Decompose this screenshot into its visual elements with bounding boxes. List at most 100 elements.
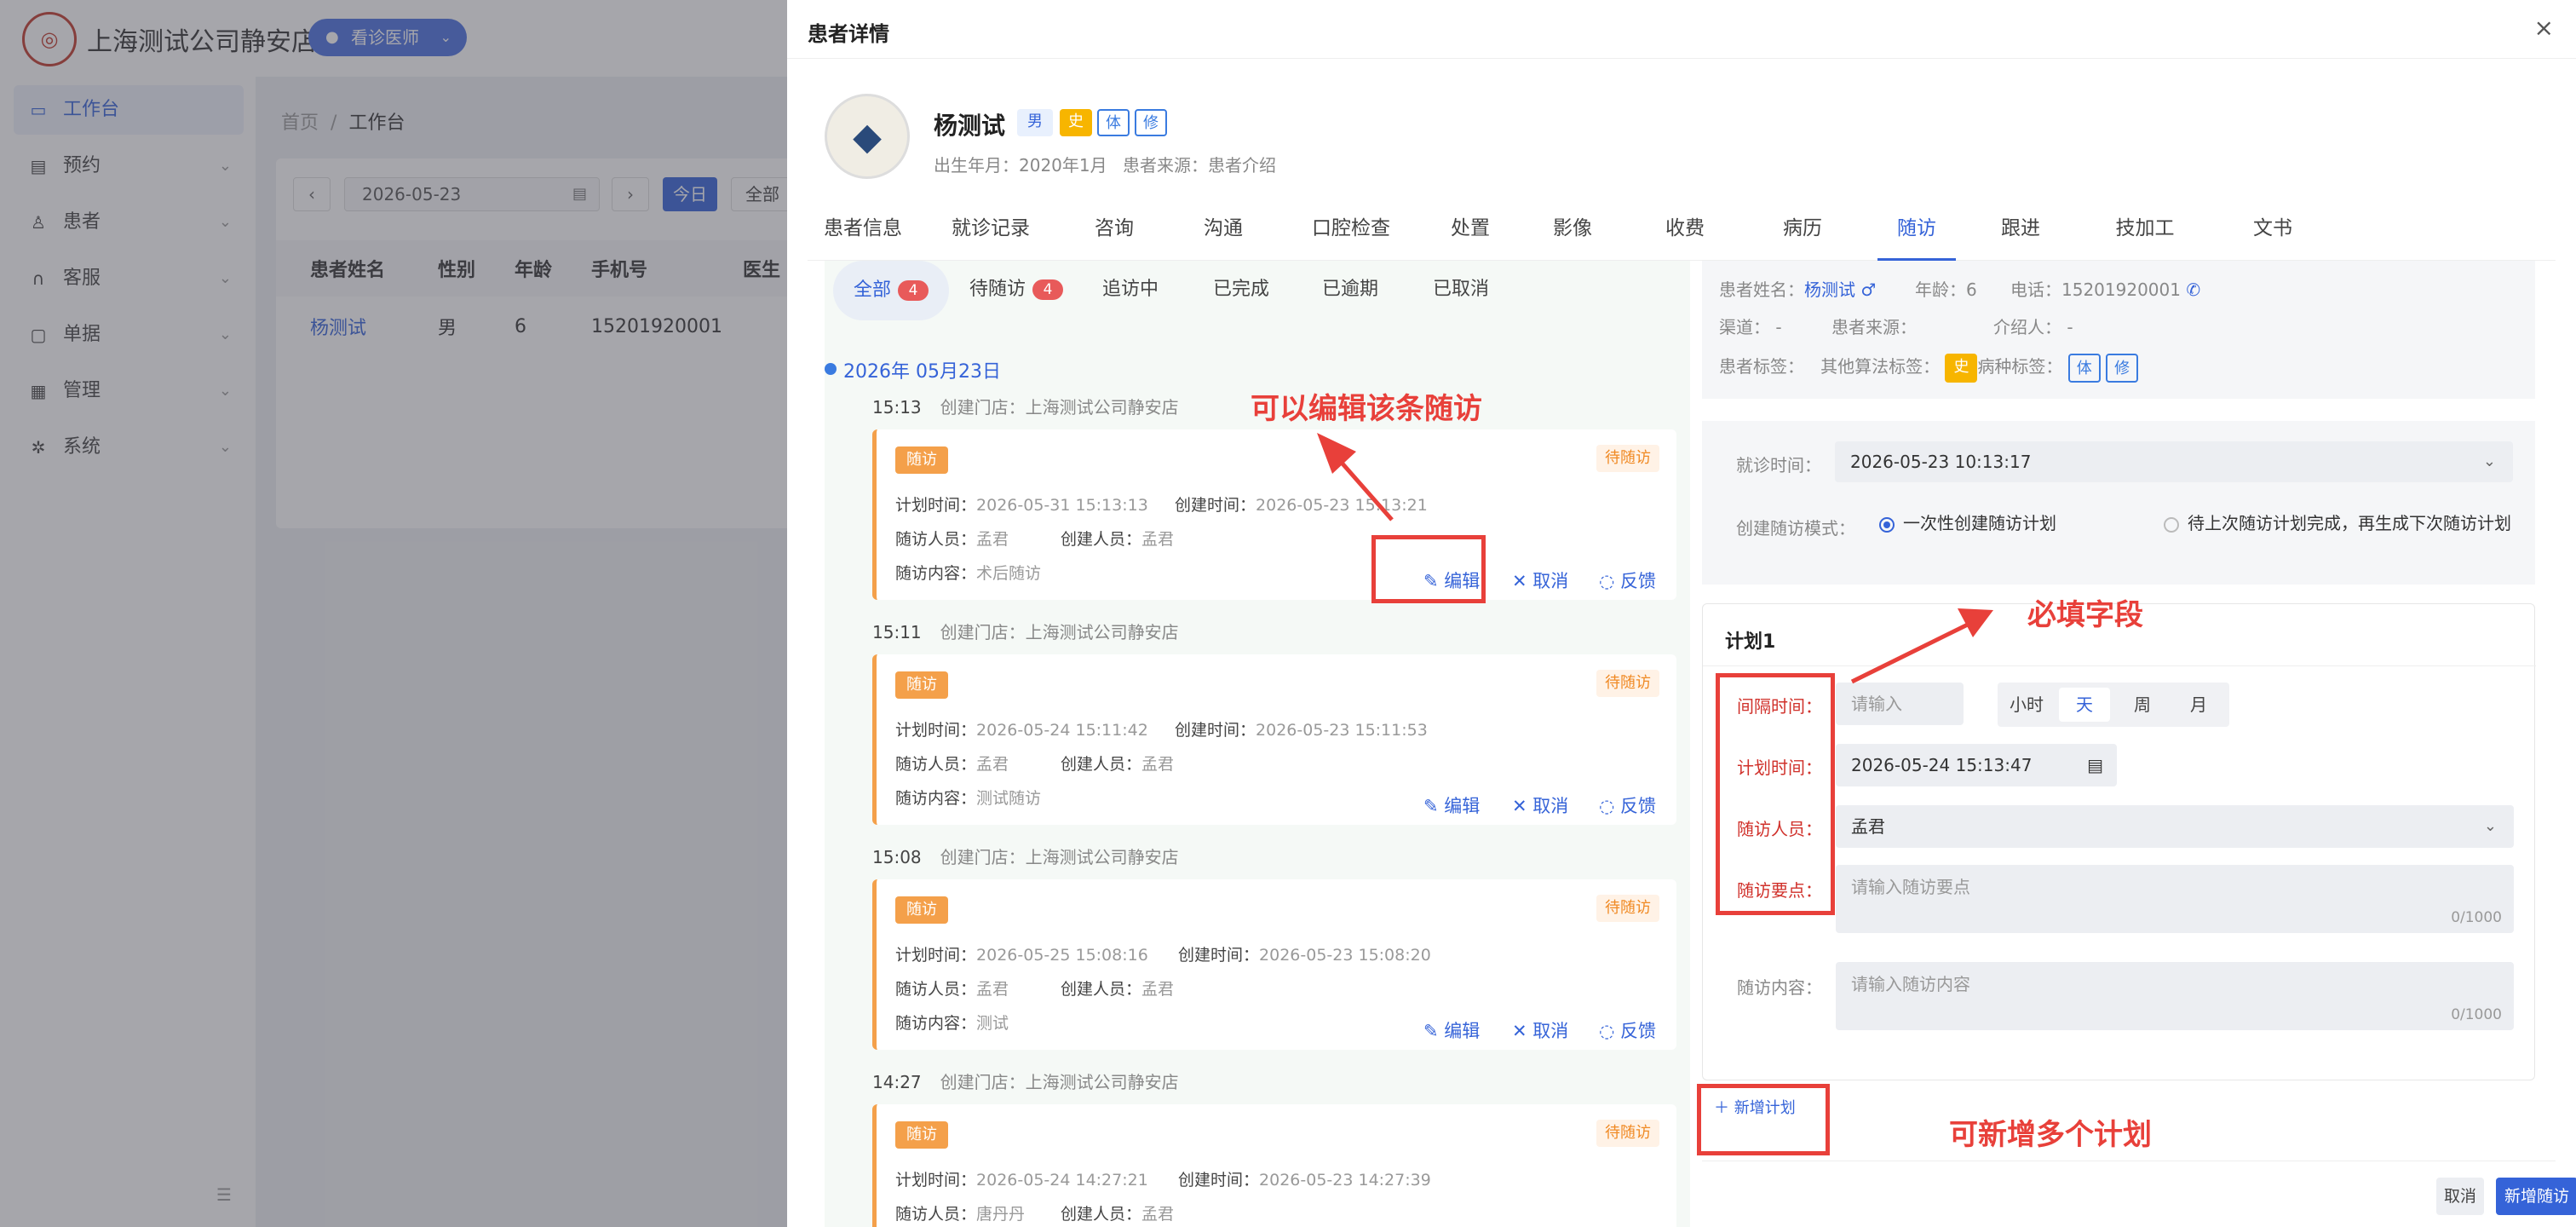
tab-consult[interactable]: 咨询	[1072, 204, 1157, 261]
subtab-overdue[interactable]: 已逾期	[1305, 261, 1395, 319]
mode-option-sequential[interactable]: 待上次随访计划完成，再生成下次随访计划	[2164, 510, 2511, 534]
feedback-button[interactable]: ◌ 反馈	[1599, 1017, 1656, 1043]
cancel-follow-up-button[interactable]: ✕ 取消	[1512, 792, 1568, 818]
radio-unselected[interactable]	[2164, 516, 2179, 533]
subtab-label: 待随访	[969, 279, 1026, 300]
plan-time-row: 计划时间：2026-05-25 15:08:16	[895, 942, 1148, 965]
tab-follow-up[interactable]: 随访	[1877, 204, 1956, 261]
tab-communication[interactable]: 沟通	[1181, 204, 1266, 261]
plan-time-value: 2026-05-25 15:08:16	[976, 946, 1148, 965]
field-label: 随访人员：	[895, 1205, 977, 1224]
creator-value: 孟君	[1141, 980, 1175, 999]
chevron-down-icon: ⌄	[2483, 817, 2497, 835]
divider	[1703, 665, 2536, 666]
submit-follow-up-button[interactable]: 新增随访	[2496, 1178, 2576, 1215]
chat-icon: ◌	[1599, 1021, 1620, 1041]
follower-value: 唐丹丹	[976, 1205, 1026, 1224]
tab-oral-exam[interactable]: 口腔检查	[1291, 204, 1411, 261]
tab-charges[interactable]: 收费	[1642, 204, 1728, 261]
cancel-button[interactable]: 取消	[2436, 1178, 2484, 1215]
follower-row: 随访人员：孟君	[895, 752, 1009, 775]
visit-time-select[interactable]: 2026-05-23 10:13:17 ⌄	[1835, 441, 2513, 482]
unit-month[interactable]: 月	[2173, 688, 2224, 722]
subtab-completed[interactable]: 已完成	[1196, 261, 1286, 319]
feedback-button[interactable]: ◌ 反馈	[1599, 567, 1656, 593]
record-store-label: 创建门店：	[940, 622, 1026, 642]
edit-button[interactable]: ✎ 编辑	[1423, 792, 1480, 818]
modal-overlay[interactable]	[0, 0, 787, 1227]
follow-up-tag: 随访	[895, 1121, 948, 1149]
unit-day[interactable]: 天	[2059, 688, 2110, 722]
plan-time-value: 2026-05-31 15:13:13	[976, 496, 1148, 515]
status-badge: 待随访	[1596, 670, 1659, 697]
create-time-value: 2026-05-23 15:13:21	[1256, 496, 1428, 515]
chat-icon: ◌	[1599, 571, 1620, 591]
cancel-follow-up-button[interactable]: ✕ 取消	[1512, 1017, 1568, 1043]
tab-visit-records[interactable]: 就诊记录	[935, 204, 1046, 261]
content-value: 测试随访	[976, 789, 1042, 808]
tab-tracking[interactable]: 跟进	[1978, 204, 2063, 261]
tab-medical-record[interactable]: 病历	[1760, 204, 1845, 261]
field-label: 计划时间：	[895, 721, 977, 740]
chat-icon: ◌	[1599, 796, 1620, 816]
content-label: 随访内容：	[1737, 977, 1822, 998]
creator-row: 创建人员：孟君	[1061, 1201, 1174, 1224]
key-points-textarea[interactable]: 请输入随访要点 0/1000	[1836, 865, 2514, 933]
key-points-placeholder: 请输入随访要点	[1851, 877, 1970, 897]
create-time-row: 创建时间：2026-05-23 15:13:21	[1175, 493, 1428, 516]
create-time-value: 2026-05-23 15:08:20	[1259, 946, 1431, 965]
create-time-row: 创建时间：2026-05-23 14:27:39	[1178, 1167, 1431, 1190]
radio-selected[interactable]	[1879, 516, 1895, 533]
field-label: 随访内容：	[895, 1014, 977, 1033]
status-badge: 待随访	[1596, 1120, 1659, 1147]
close-icon[interactable]: ×	[2534, 14, 2554, 42]
unit-hour[interactable]: 小时	[2001, 688, 2052, 722]
create-time-value: 2026-05-23 15:11:53	[1256, 721, 1428, 740]
follow-up-tag: 随访	[895, 896, 948, 924]
cancel-follow-up-button[interactable]: ✕ 取消	[1512, 567, 1568, 593]
info-name-value[interactable]: 杨测试	[1804, 279, 1855, 300]
tab-documents[interactable]: 文书	[2230, 204, 2315, 261]
creator-value: 孟君	[1141, 530, 1175, 549]
tab-imaging[interactable]: 影像	[1530, 204, 1615, 261]
edit-button[interactable]: ✎ 编辑	[1423, 1017, 1480, 1043]
creator-value: 孟君	[1141, 1205, 1175, 1224]
subtab-tracking[interactable]: 追访中	[1085, 261, 1176, 319]
annotation-edit-hint: 可以编辑该条随访	[1251, 392, 1482, 426]
tab-lab-work[interactable]: 技加工	[2085, 204, 2205, 261]
subtab-all[interactable]: 全部 4	[833, 261, 949, 320]
follow-up-card: 随访 待随访 计划时间：2026-05-25 15:08:16 创建时间：202…	[872, 879, 1676, 1050]
content-row: 随访内容：术后随访	[895, 561, 1041, 584]
follow-up-card: 随访 待随访 计划时间：2026-05-24 15:11:42 创建时间：202…	[872, 654, 1676, 825]
drawer-title: 患者详情	[808, 22, 889, 46]
field-label: 创建人员：	[1061, 980, 1142, 999]
content-textarea[interactable]: 请输入随访内容 0/1000	[1836, 962, 2514, 1030]
subtab-cancelled[interactable]: 已取消	[1416, 261, 1506, 319]
body-tag: 体	[1097, 109, 1130, 136]
interval-input[interactable]: 请输入	[1836, 683, 1964, 725]
unit-week[interactable]: 周	[2117, 688, 2168, 722]
subtab-pending[interactable]: 待随访 4	[952, 261, 1080, 319]
tab-patient-info[interactable]: 患者信息	[808, 204, 918, 261]
field-label: 创建人员：	[1061, 1205, 1142, 1224]
annotation-box-add-plan	[1697, 1084, 1830, 1155]
record-time: 15:13	[872, 397, 922, 418]
char-counter: 0/1000	[2451, 1006, 2502, 1023]
tab-treatment[interactable]: 处置	[1428, 204, 1513, 261]
follower-select[interactable]: 孟君 ⌄	[1836, 805, 2514, 848]
field-label: 创建时间：	[1178, 946, 1260, 965]
detail-tabs: 患者信息 就诊记录 咨询 沟通 口腔检查 处置 影像 收费 病历 随访 跟进 技…	[808, 204, 2556, 261]
content-placeholder: 请输入随访内容	[1851, 974, 1970, 994]
record-time-line: 15:08 创建门店：上海测试公司静安店	[872, 844, 1179, 868]
follow-up-tag: 随访	[895, 671, 948, 699]
patient-info-box: 患者姓名：杨测试 ♂ 年龄：6 电话：15201920001 ✆ 渠道： - 患…	[1702, 261, 2535, 399]
plan-time-row: 计划时间：2026-05-24 15:11:42	[895, 717, 1148, 740]
plan-time-input[interactable]: 2026-05-24 15:13:47 ▤	[1836, 744, 2117, 786]
mode-option-once[interactable]: 一次性创建随访计划	[1879, 510, 2056, 534]
phone-icon[interactable]: ✆	[2181, 279, 2200, 300]
info-phone: 电话：15201920001 ✆	[2010, 276, 2200, 301]
field-label: 计划时间：	[895, 496, 977, 515]
plan-time-row: 计划时间：2026-05-31 15:13:13	[895, 493, 1148, 516]
male-icon: ♂	[1855, 279, 1877, 300]
feedback-button[interactable]: ◌ 反馈	[1599, 792, 1656, 818]
